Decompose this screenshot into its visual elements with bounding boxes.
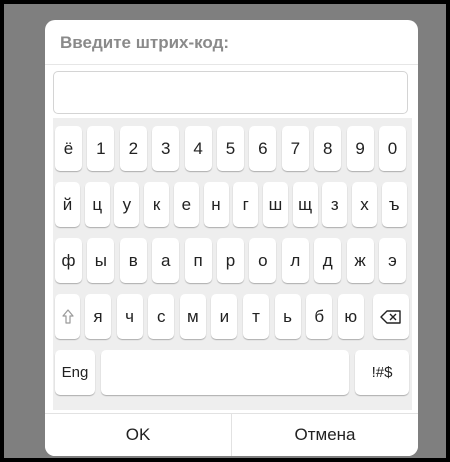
key-ъ[interactable]: ъ [381,182,407,227]
key-у[interactable]: у [114,182,140,227]
key-4[interactable]: 4 [184,126,212,171]
shift-key[interactable] [55,294,80,339]
key-н[interactable]: н [203,182,229,227]
symbols-key[interactable]: !#$ [355,350,409,395]
key-9[interactable]: 9 [346,126,374,171]
key-к[interactable]: к [144,182,170,227]
key-я[interactable]: я [85,294,111,339]
key-з[interactable]: з [322,182,348,227]
key-м[interactable]: м [179,294,206,339]
title-divider [45,64,418,65]
cancel-button[interactable]: Отмена [232,414,418,456]
key-0[interactable]: 0 [379,126,406,171]
backspace-key[interactable] [373,294,409,339]
space-key[interactable] [101,350,349,395]
key-ю[interactable]: ю [337,294,364,339]
backspace-icon [380,309,401,324]
key-а[interactable]: а [152,238,180,283]
key-ф[interactable]: ф [55,238,82,283]
key-ё[interactable]: ё [55,126,82,171]
key-й[interactable]: й [55,182,80,227]
key-т[interactable]: т [243,294,269,339]
key-ц[interactable]: ц [84,182,110,227]
key-с[interactable]: с [148,294,175,339]
key-ь[interactable]: ь [274,294,301,339]
key-и[interactable]: и [211,294,238,339]
key-2[interactable]: 2 [119,126,147,171]
key-д[interactable]: д [314,238,342,283]
key-э[interactable]: э [379,238,406,283]
onscreen-keyboard: ё1234567890 йцукенгшщзхъ фывапролджэ ячс… [53,118,412,410]
key-6[interactable]: 6 [249,126,277,171]
key-ч[interactable]: ч [116,294,143,339]
key-ш[interactable]: ш [262,182,288,227]
key-л[interactable]: л [281,238,309,283]
language-switch-key[interactable]: Eng [55,350,95,395]
key-8[interactable]: 8 [314,126,342,171]
key-б[interactable]: б [306,294,333,339]
key-3[interactable]: 3 [152,126,180,171]
key-п[interactable]: п [184,238,212,283]
key-5[interactable]: 5 [217,126,244,171]
barcode-dialog: Введите штрих-код: ё1234567890 йцукенгшщ… [45,20,418,456]
key-ж[interactable]: ж [346,238,374,283]
barcode-input[interactable] [53,71,408,114]
ok-button[interactable]: OK [45,414,231,456]
key-7[interactable]: 7 [281,126,309,171]
key-г[interactable]: г [233,182,259,227]
key-в[interactable]: в [119,238,147,283]
key-щ[interactable]: щ [292,182,318,227]
dialog-title: Введите штрих-код: [60,33,230,52]
key-х[interactable]: х [352,182,377,227]
shift-arrow-icon [61,308,74,324]
key-1[interactable]: 1 [87,126,115,171]
key-р[interactable]: р [217,238,244,283]
key-е[interactable]: е [173,182,199,227]
key-ы[interactable]: ы [87,238,115,283]
key-о[interactable]: о [249,238,277,283]
